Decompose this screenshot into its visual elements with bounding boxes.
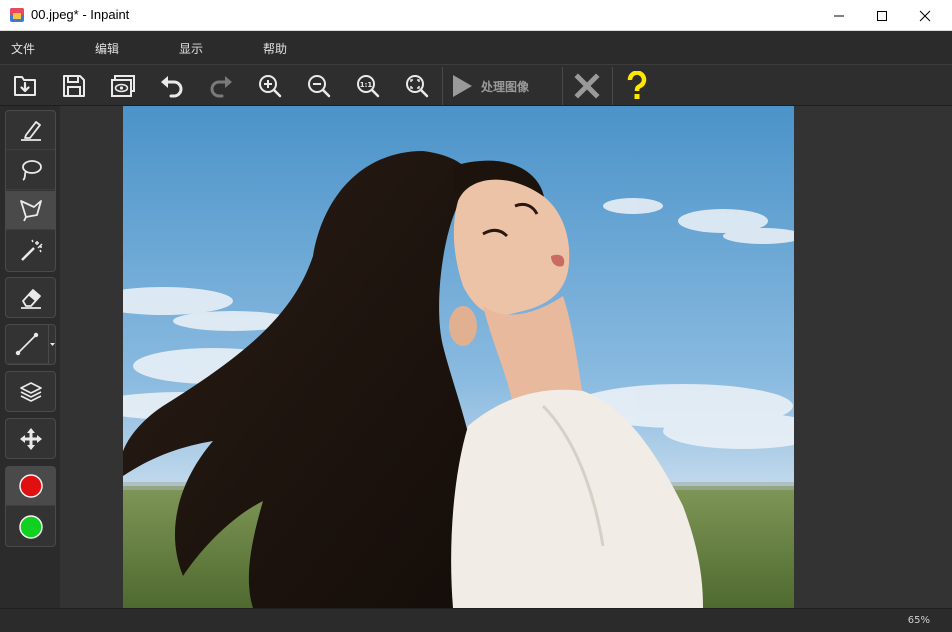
move-tool[interactable] bbox=[6, 419, 55, 458]
window-title: 00.jpeg* - Inpaint bbox=[31, 7, 130, 22]
cancel-button[interactable] bbox=[569, 68, 605, 104]
actual-size-icon: 1:1 bbox=[357, 75, 380, 98]
line-tool[interactable] bbox=[6, 325, 48, 364]
polygon-lasso-tool[interactable] bbox=[6, 191, 55, 230]
close-icon bbox=[919, 10, 931, 21]
zoom-out-button[interactable] bbox=[301, 68, 337, 104]
save-as-icon bbox=[111, 75, 135, 97]
magic-wand-icon bbox=[20, 239, 43, 261]
actual-size-button[interactable]: 1:1 bbox=[350, 68, 386, 104]
save-icon bbox=[63, 75, 85, 97]
inpaint-app-icon bbox=[10, 8, 24, 22]
toolbar-separator bbox=[562, 67, 563, 105]
marker-tool[interactable] bbox=[6, 111, 55, 150]
open-icon bbox=[14, 76, 36, 96]
menu-file[interactable]: 文件 bbox=[11, 40, 35, 57]
layers-tool[interactable] bbox=[6, 372, 55, 411]
undo-button[interactable] bbox=[154, 68, 190, 104]
magic-wand-tool[interactable] bbox=[6, 231, 55, 270]
zoom-level: 65% bbox=[907, 615, 930, 626]
toolbar: 1:1 处理图像 bbox=[0, 64, 952, 106]
tool-panel bbox=[0, 106, 60, 608]
layers-icon bbox=[19, 381, 42, 402]
line-icon bbox=[15, 332, 39, 356]
menu-bar: 文件 编辑 显示 帮助 bbox=[0, 31, 952, 64]
marker-icon bbox=[20, 121, 41, 141]
title-bar: 00.jpeg* - Inpaint bbox=[0, 0, 952, 31]
redo-button[interactable] bbox=[203, 68, 239, 104]
save-button[interactable] bbox=[56, 68, 92, 104]
zoom-in-button[interactable] bbox=[252, 68, 288, 104]
layers-group bbox=[5, 371, 56, 412]
lasso-tool[interactable] bbox=[6, 151, 55, 190]
help-icon bbox=[627, 71, 647, 99]
menu-view[interactable]: 显示 bbox=[179, 40, 203, 57]
lasso-icon bbox=[21, 160, 42, 181]
svg-text:1:1: 1:1 bbox=[360, 81, 373, 89]
undo-icon bbox=[161, 76, 183, 98]
toolbar-separator bbox=[612, 67, 613, 105]
zoom-in-icon bbox=[259, 75, 282, 98]
chevron-down-icon bbox=[49, 342, 55, 346]
red-marker-color bbox=[18, 474, 43, 498]
maximize-button[interactable] bbox=[859, 0, 905, 31]
green-marker-color-button[interactable] bbox=[6, 507, 55, 546]
photo-canvas[interactable] bbox=[123, 106, 794, 608]
minimize-button[interactable] bbox=[816, 0, 862, 31]
eraser-icon bbox=[20, 288, 41, 309]
menu-help[interactable]: 帮助 bbox=[263, 40, 287, 57]
move-icon bbox=[19, 427, 42, 450]
status-bar: 65% bbox=[0, 608, 952, 632]
menu-edit[interactable]: 编辑 bbox=[95, 40, 119, 57]
redo-icon bbox=[210, 76, 232, 98]
close-x-icon bbox=[574, 73, 600, 99]
toolbar-separator bbox=[442, 67, 443, 105]
canvas-area[interactable] bbox=[60, 106, 952, 608]
red-marker-color-button[interactable] bbox=[6, 467, 55, 506]
minimize-icon bbox=[834, 15, 844, 16]
move-group bbox=[5, 418, 56, 459]
marker-color-group bbox=[5, 466, 56, 547]
process-image-button[interactable]: 处理图像 bbox=[447, 68, 559, 104]
zoom-out-icon bbox=[308, 75, 331, 98]
process-image-label: 处理图像 bbox=[481, 79, 530, 94]
fit-window-icon bbox=[406, 75, 429, 98]
help-button[interactable] bbox=[619, 68, 655, 104]
line-options-dropdown[interactable] bbox=[48, 325, 55, 364]
fit-window-button[interactable] bbox=[399, 68, 435, 104]
save-as-button[interactable] bbox=[105, 68, 141, 104]
play-icon bbox=[453, 75, 472, 97]
close-window-button[interactable] bbox=[902, 0, 948, 31]
green-marker-color bbox=[18, 514, 43, 539]
line-group bbox=[5, 324, 56, 365]
open-button[interactable] bbox=[7, 68, 43, 104]
selection-tools-group bbox=[5, 110, 56, 272]
eraser-tool[interactable] bbox=[6, 278, 55, 317]
polygon-lasso-icon bbox=[19, 200, 42, 222]
eraser-group bbox=[5, 277, 56, 318]
maximize-icon bbox=[877, 10, 887, 21]
